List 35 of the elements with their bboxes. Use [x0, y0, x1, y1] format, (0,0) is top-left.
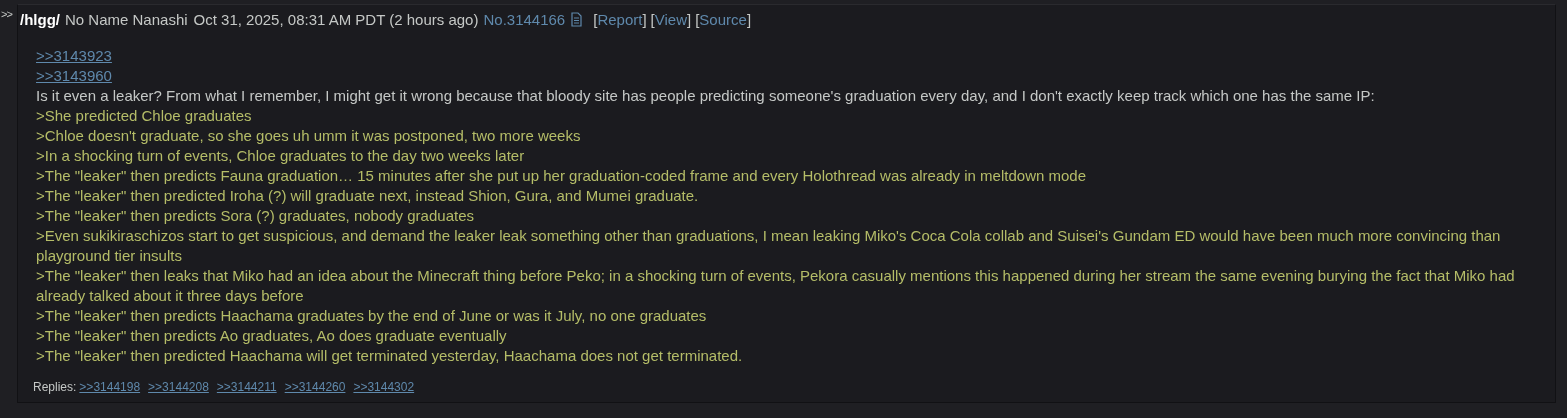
- greentext-line: >The "leaker" then predicted Iroha (?) will graduate next, instead Shion, Gura, and Mumei graduate.: [36, 186, 700, 206]
- document-icon[interactable]: [571, 11, 583, 27]
- greentext-line: >The "leaker" then leaks that Miko had an idea about the Minecraft thing before Peko; in a shocking turn of events, Pekora casually mentions this happened during her stream the same evening burying the fact that Miko had already talked about it three days before: [36, 266, 1516, 306]
- post-action-link[interactable]: Report: [597, 10, 643, 28]
- greentext-line: >The "leaker" then predicts Ao graduates, Ao does graduate eventually: [36, 326, 508, 346]
- quote-link[interactable]: >>3143960: [36, 67, 112, 84]
- reply-link[interactable]: >>3144198: [79, 380, 141, 394]
- bracket: [: [695, 10, 700, 28]
- greentext-line: >The "leaker" then predicts Fauna graduation… 15 minutes after she put up her graduation-coded frame and every Holothread was already in meltdown mode: [36, 166, 1087, 186]
- reply-link[interactable]: >>3144211: [216, 380, 277, 394]
- post-number-link[interactable]: No.3144166: [483, 10, 566, 28]
- greentext-line: >In a shocking turn of events, Chloe graduates to the day two weeks later: [36, 146, 526, 166]
- greentext-line: >Chloe doesn't graduate, so she goes uh umm it was postponed, two more weeks: [36, 126, 582, 146]
- greentext-line: >The "leaker" then predicts Haachama graduates by the end of June or was it July, no one graduates: [36, 306, 708, 326]
- poster-name: No Name Nanashi: [65, 10, 188, 28]
- greentext-line: >Even sukikiraschizos start to get suspicious, and demand the leaker leak something other than graduations, I mean leaking Miko's Coca Cola collab and Suisei's Gundam ED would have been much more convincing than playground tier insults: [36, 226, 1502, 266]
- comment-text: Is it even a leaker? From what I remember, I might get it wrong because that bloody site has people predicting someone's graduation every day, and I don't exactly keep track which one has the same IP:: [36, 86, 1376, 106]
- bracket: ]: [642, 10, 647, 28]
- greentext-line: >The "leaker" then predicts Sora (?) graduates, nobody graduates: [36, 206, 475, 226]
- replies-label: Replies:: [33, 380, 77, 394]
- reply-link[interactable]: >>3144260: [284, 380, 346, 394]
- bracket: [: [650, 10, 655, 28]
- bracket: ]: [687, 10, 692, 28]
- bracket: [: [593, 10, 598, 28]
- side-arrows: >>: [0, 8, 12, 20]
- board-name: /hlgg/: [20, 10, 60, 28]
- quote-link[interactable]: >>3143923: [36, 47, 112, 64]
- bracket: ]: [746, 10, 752, 28]
- greentext-line: >The "leaker" then predicted Haachama will get terminated yesterday, Haachama does not get terminated.: [36, 346, 744, 366]
- post-date: Oct 31, 2025, 08:31 AM PDT (2 hours ago): [193, 10, 479, 28]
- post-action-link[interactable]: View: [654, 10, 687, 28]
- greentext-line: >She predicted Chloe graduates: [36, 106, 253, 126]
- reply-link[interactable]: >>3144208: [148, 380, 209, 394]
- post-action-link[interactable]: Source: [699, 10, 747, 28]
- reply-link[interactable]: >>3144302: [353, 380, 415, 394]
